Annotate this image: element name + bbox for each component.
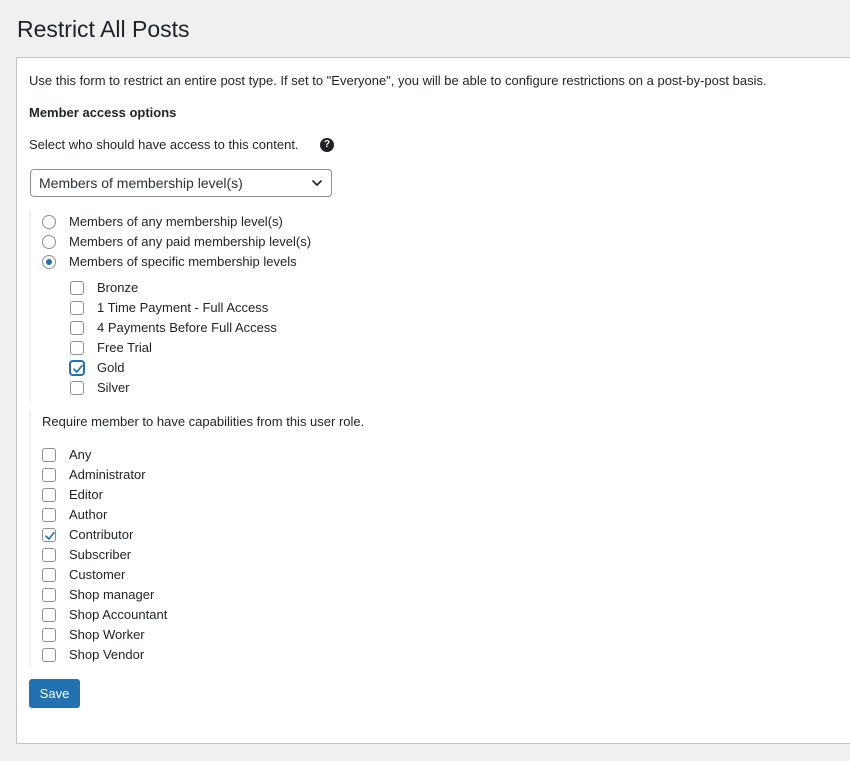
option-label: Free Trial	[97, 340, 152, 355]
checkbox[interactable]	[70, 301, 84, 315]
checkbox[interactable]	[70, 361, 84, 375]
option-label: 1 Time Payment - Full Access	[97, 300, 269, 315]
membership-group-border	[29, 211, 31, 401]
checkmark-icon	[73, 364, 83, 373]
option-label: Subscriber	[69, 547, 132, 562]
radio-button[interactable]	[42, 235, 56, 249]
option-label: Shop Worker	[69, 627, 145, 642]
checkbox[interactable]	[42, 448, 56, 462]
checkbox[interactable]	[42, 488, 56, 502]
checkbox[interactable]	[70, 321, 84, 335]
checkbox[interactable]	[42, 588, 56, 602]
option-label: Administrator	[69, 467, 146, 482]
option-label: Author	[69, 507, 108, 522]
member-access-heading: Member access options	[29, 105, 177, 120]
access-dropdown[interactable]: Members of membership level(s)	[30, 169, 332, 197]
option-label: Members of any paid membership level(s)	[69, 234, 312, 249]
option-label: Shop Vendor	[69, 647, 145, 662]
checkbox[interactable]	[70, 281, 84, 295]
checkbox[interactable]	[42, 548, 56, 562]
option-label: Members of any membership level(s)	[69, 214, 283, 229]
checkbox[interactable]	[42, 528, 56, 542]
radio-button[interactable]	[42, 255, 56, 269]
access-select-prompt: Select who should have access to this co…	[29, 137, 299, 152]
option-label: Customer	[69, 567, 126, 582]
checkbox[interactable]	[42, 568, 56, 582]
save-button[interactable]: Save	[29, 679, 80, 708]
chevron-down-icon	[312, 180, 322, 186]
question-mark-icon[interactable]: ?	[320, 138, 334, 152]
checkbox[interactable]	[70, 381, 84, 395]
roles-prompt: Require member to have capabilities from…	[42, 414, 365, 429]
radio-button[interactable]	[42, 215, 56, 229]
checkbox[interactable]	[42, 508, 56, 522]
option-label: Gold	[97, 360, 125, 375]
option-label: Shop Accountant	[69, 607, 168, 622]
option-label: Silver	[97, 380, 130, 395]
option-label: Shop manager	[69, 587, 155, 602]
restrict-posts-panel: Use this form to restrict an entire post…	[16, 57, 850, 744]
checkbox[interactable]	[70, 341, 84, 355]
checkbox[interactable]	[42, 608, 56, 622]
option-label: Bronze	[97, 280, 139, 295]
option-label: Members of specific membership levels	[69, 254, 297, 269]
intro-text: Use this form to restrict an entire post…	[29, 73, 767, 88]
checkmark-icon	[45, 531, 55, 540]
option-label: 4 Payments Before Full Access	[97, 320, 277, 335]
page-title: Restrict All Posts	[17, 16, 190, 42]
option-label: Any	[69, 447, 92, 462]
access-dropdown-value: Members of membership level(s)	[39, 175, 243, 191]
option-label: Editor	[69, 487, 103, 502]
checkbox[interactable]	[42, 628, 56, 642]
roles-group-border	[29, 410, 31, 667]
checkbox[interactable]	[42, 648, 56, 662]
checkbox[interactable]	[42, 468, 56, 482]
option-label: Contributor	[69, 527, 134, 542]
